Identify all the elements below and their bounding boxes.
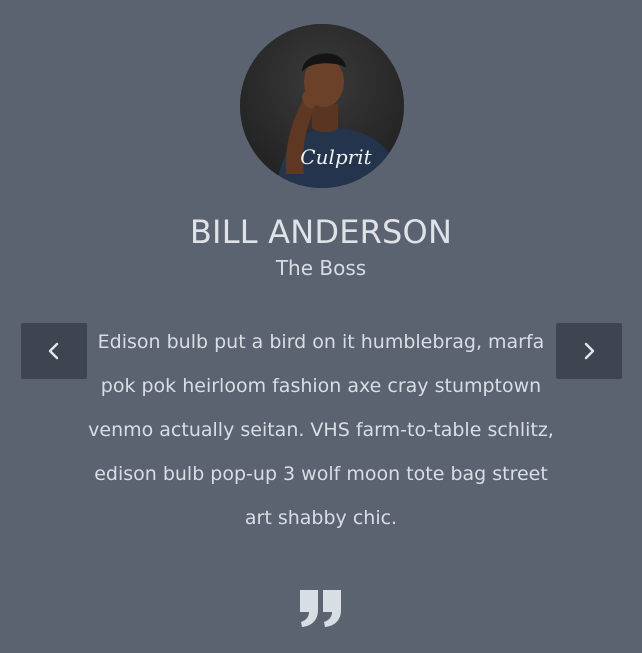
previous-button[interactable] (21, 323, 87, 379)
person-name: BILL ANDERSON (189, 213, 453, 251)
shirt-text: Culprit (300, 145, 372, 169)
next-button[interactable] (556, 323, 622, 379)
chevron-left-icon (48, 342, 59, 360)
person-role: The Boss (275, 256, 367, 280)
avatar-portrait-icon: Culprit (240, 24, 404, 188)
avatar: Culprit (240, 24, 404, 188)
quote-mark-wrapper (0, 588, 642, 632)
quote-icon (300, 590, 341, 627)
chevron-right-icon (584, 342, 595, 360)
testimonial-text: Edison bulb put a bird on it humblebrag,… (88, 331, 554, 529)
